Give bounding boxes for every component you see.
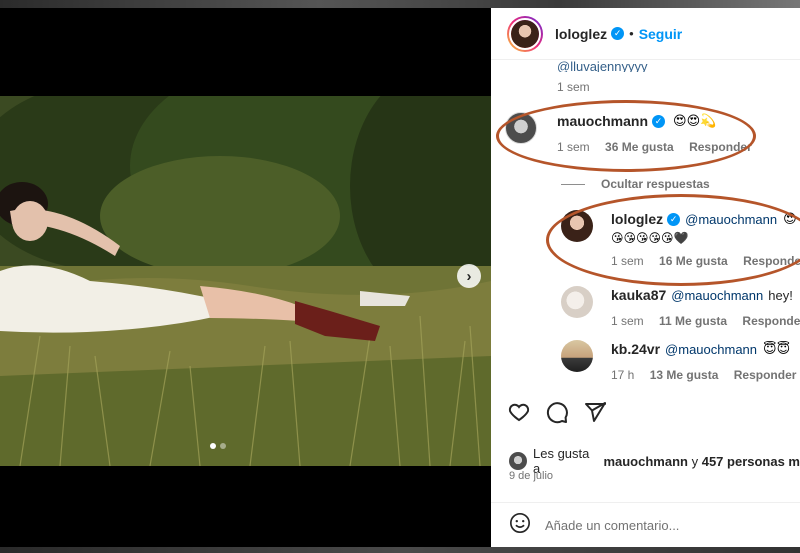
reply-avatar[interactable] xyxy=(561,340,593,372)
separator: • xyxy=(629,26,634,41)
reply-avatar[interactable] xyxy=(561,210,593,242)
likes-joiner: y xyxy=(691,453,699,469)
reply-text-line2: 😘😘😘😘😘🖤 xyxy=(611,231,689,245)
truncated-comment-time: 1 sem xyxy=(557,80,590,94)
carousel-dots xyxy=(210,443,226,449)
comment-text: 😍😍💫 xyxy=(673,113,717,129)
reply-likes[interactable]: 16 Me gusta xyxy=(659,254,728,268)
next-photo-button[interactable]: › xyxy=(457,264,481,288)
replies-divider xyxy=(561,184,585,185)
likes-count[interactable]: 457 personas m xyxy=(702,454,800,469)
liker-username[interactable]: mauochmann xyxy=(603,454,688,469)
reply-text: hey! xyxy=(768,287,793,303)
reply-username[interactable]: kauka87 xyxy=(611,287,666,303)
chevron-right-icon: › xyxy=(466,267,472,285)
comment-input[interactable] xyxy=(545,517,775,533)
truncated-comment: @lluvajennyyyy_ xyxy=(557,60,655,72)
reply-likes[interactable]: 11 Me gusta xyxy=(659,314,727,328)
verified-icon: ✓ xyxy=(652,114,666,128)
author-avatar-ring[interactable] xyxy=(507,15,543,52)
backdrop-top xyxy=(0,0,800,8)
comment-icon[interactable] xyxy=(545,400,569,429)
reply-button[interactable]: Responder xyxy=(689,140,752,154)
follow-button[interactable]: Seguir xyxy=(639,26,683,42)
reply-button[interactable]: Responder xyxy=(734,368,797,382)
comment-main: mauochmann ✓ 😍😍💫 1 sem 36 Me gusta Respo… xyxy=(505,112,764,154)
avatar xyxy=(511,19,539,48)
reply-username[interactable]: kb.24vr xyxy=(611,341,660,357)
post-side-panel: lologlez ✓ • Seguir @lluvajennyyyy_ 1 se… xyxy=(491,8,800,547)
photo-illustration xyxy=(0,96,491,466)
reply-username[interactable]: lologlez xyxy=(611,211,663,227)
reply-time: 1 sem xyxy=(611,254,644,268)
commenter-avatar[interactable] xyxy=(505,112,537,144)
post-date[interactable]: 9 de julio xyxy=(509,470,553,482)
verified-icon: ✓ xyxy=(667,212,681,226)
verified-icon: ✓ xyxy=(611,27,625,40)
post-actions xyxy=(491,400,800,429)
reply-mention[interactable]: @mauochmann xyxy=(685,212,777,227)
backdrop-bottom xyxy=(0,547,800,553)
reply-mention[interactable]: @mauochmann xyxy=(665,342,757,357)
comment-composer xyxy=(491,502,800,547)
post-header: lologlez ✓ • Seguir xyxy=(491,8,800,60)
reply-likes[interactable]: 13 Me gusta xyxy=(650,368,719,382)
carousel-dot xyxy=(210,443,216,449)
reply-mention[interactable]: @mauochmann xyxy=(671,288,763,303)
reply-time: 17 h xyxy=(611,368,635,382)
post-media: › xyxy=(0,8,491,547)
share-icon[interactable] xyxy=(583,400,607,429)
truncated-mention[interactable]: @lluvajennyyyy_ xyxy=(557,60,655,72)
author-username[interactable]: lologlez xyxy=(555,26,607,42)
reply-avatar[interactable] xyxy=(561,286,593,318)
comment-time: 1 sem xyxy=(557,140,590,154)
carousel-dot xyxy=(220,443,226,449)
reply-text: 😇😇 xyxy=(763,341,791,357)
emoji-icon[interactable] xyxy=(509,512,531,539)
reply-item: kauka87 @mauochmann hey! 1 sem 11 Me gus… xyxy=(561,286,800,328)
commenter-username[interactable]: mauochmann xyxy=(557,113,648,129)
post-photo xyxy=(0,96,491,466)
reply-item: kb.24vr @mauochmann 😇😇 17 h 13 Me gusta … xyxy=(561,340,800,382)
comment-likes[interactable]: 36 Me gusta xyxy=(605,140,674,154)
liker-avatar xyxy=(509,452,527,470)
reply-time: 1 sem xyxy=(611,314,644,328)
reply-button[interactable]: Responder xyxy=(743,254,800,268)
reply-item: lologlez ✓ @mauochmann 😍 😘😘😘😘😘🖤 1 sem 16… xyxy=(561,210,800,268)
reply-button[interactable]: Responder xyxy=(742,314,800,328)
heart-icon[interactable] xyxy=(507,400,531,429)
reply-text: 😍 xyxy=(783,211,797,227)
hide-replies-button[interactable]: Ocultar respuestas xyxy=(601,177,710,191)
